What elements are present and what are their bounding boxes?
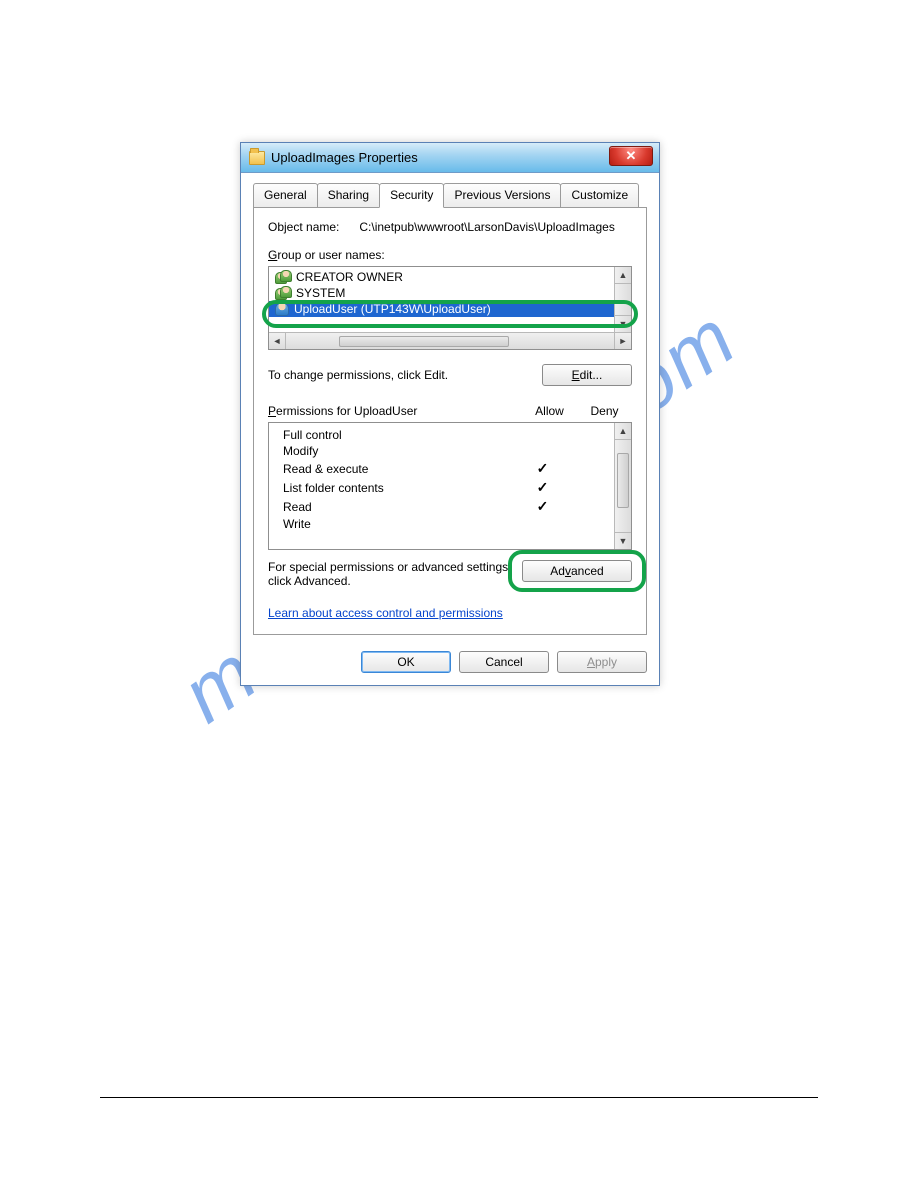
advanced-button[interactable]: Advanced bbox=[522, 560, 632, 582]
permissions-list[interactable]: Full control Modify Read & execute bbox=[268, 422, 632, 550]
scroll-down-icon[interactable]: ▼ bbox=[615, 532, 631, 549]
list-item[interactable]: CREATOR OWNER bbox=[269, 269, 631, 285]
close-icon: ✕ bbox=[626, 148, 637, 164]
tab-customize[interactable]: Customize bbox=[560, 183, 639, 208]
tab-general[interactable]: General bbox=[253, 183, 318, 208]
scroll-thumb[interactable] bbox=[339, 336, 509, 347]
permission-name: Modify bbox=[283, 444, 515, 458]
list-item-label: UploadUser (UTP143W\UploadUser) bbox=[294, 302, 491, 316]
permission-name: Read & execute bbox=[283, 462, 515, 476]
list-item-label: SYSTEM bbox=[296, 286, 345, 300]
tabpage-security: Object name: C:\inetpub\wwwroot\LarsonDa… bbox=[253, 207, 647, 635]
permission-name: Full control bbox=[283, 428, 515, 442]
group-user-label: Group or user names: bbox=[268, 248, 632, 262]
apply-button[interactable]: Apply bbox=[557, 651, 647, 673]
advanced-text: For special permissions or advanced sett… bbox=[268, 560, 514, 588]
permission-row: Read bbox=[269, 497, 631, 516]
permission-name: Read bbox=[283, 500, 515, 514]
tab-security[interactable]: Security bbox=[379, 183, 444, 208]
scroll-left-icon[interactable]: ◄ bbox=[269, 333, 286, 350]
close-button[interactable]: ✕ bbox=[609, 146, 653, 166]
tab-previous-versions[interactable]: Previous Versions bbox=[443, 183, 561, 208]
group-icon bbox=[275, 270, 291, 284]
properties-dialog: UploadImages Properties ✕ General Sharin… bbox=[240, 142, 660, 686]
list-item[interactable]: UploadUser (UTP143W\UploadUser) bbox=[269, 301, 631, 317]
scroll-up-icon[interactable]: ▲ bbox=[615, 423, 631, 440]
permission-row: Full control bbox=[269, 427, 631, 443]
cancel-button[interactable]: Cancel bbox=[459, 651, 549, 673]
permissions-for-label: Permissions for UploadUser bbox=[268, 404, 522, 418]
horizontal-scrollbar[interactable]: ◄ ► bbox=[269, 332, 631, 349]
vertical-scrollbar[interactable]: ▲ ▼ bbox=[614, 423, 631, 549]
permission-row: Modify bbox=[269, 443, 631, 459]
scroll-thumb[interactable] bbox=[617, 453, 629, 508]
user-icon bbox=[275, 302, 289, 316]
allow-column-header: Allow bbox=[522, 404, 577, 418]
list-item[interactable]: SYSTEM bbox=[269, 285, 631, 301]
tabstrip: General Sharing Security Previous Versio… bbox=[253, 183, 647, 208]
permission-name: Write bbox=[283, 517, 515, 531]
ok-button[interactable]: OK bbox=[361, 651, 451, 673]
permissions-header: Permissions for UploadUser Allow Deny bbox=[268, 404, 632, 418]
titlebar[interactable]: UploadImages Properties ✕ bbox=[241, 143, 659, 173]
deny-column-header: Deny bbox=[577, 404, 632, 418]
scroll-right-icon[interactable]: ► bbox=[614, 333, 631, 350]
group-icon bbox=[275, 286, 291, 300]
learn-link[interactable]: Learn about access control and permissio… bbox=[268, 606, 503, 620]
edit-button[interactable]: Edit... bbox=[542, 364, 632, 386]
permission-row: Read & execute bbox=[269, 459, 631, 478]
permission-row: Write bbox=[269, 516, 631, 532]
check-icon bbox=[515, 460, 570, 477]
list-item-label: CREATOR OWNER bbox=[296, 270, 403, 284]
check-icon bbox=[515, 498, 570, 515]
users-list[interactable]: CREATOR OWNER SYSTEM UploadUser (UTP143W… bbox=[268, 266, 632, 350]
dialog-button-row: OK Cancel Apply bbox=[253, 651, 647, 673]
scroll-up-icon[interactable]: ▲ bbox=[615, 267, 631, 284]
window-body: General Sharing Security Previous Versio… bbox=[241, 173, 659, 685]
scroll-down-icon[interactable]: ▼ bbox=[615, 315, 631, 332]
change-permissions-text: To change permissions, click Edit. bbox=[268, 368, 448, 382]
object-name-row: Object name: C:\inetpub\wwwroot\LarsonDa… bbox=[268, 220, 632, 234]
window-title: UploadImages Properties bbox=[271, 150, 418, 165]
page-divider bbox=[100, 1097, 818, 1098]
check-icon bbox=[515, 479, 570, 496]
permission-row: List folder contents bbox=[269, 478, 631, 497]
permission-name: List folder contents bbox=[283, 481, 515, 495]
object-name-label: Object name: bbox=[268, 220, 339, 234]
object-name-value: C:\inetpub\wwwroot\LarsonDavis\UploadIma… bbox=[359, 220, 614, 234]
folder-icon bbox=[249, 151, 265, 165]
tab-sharing[interactable]: Sharing bbox=[317, 183, 380, 208]
vertical-scrollbar[interactable]: ▲ ▼ bbox=[614, 267, 631, 332]
